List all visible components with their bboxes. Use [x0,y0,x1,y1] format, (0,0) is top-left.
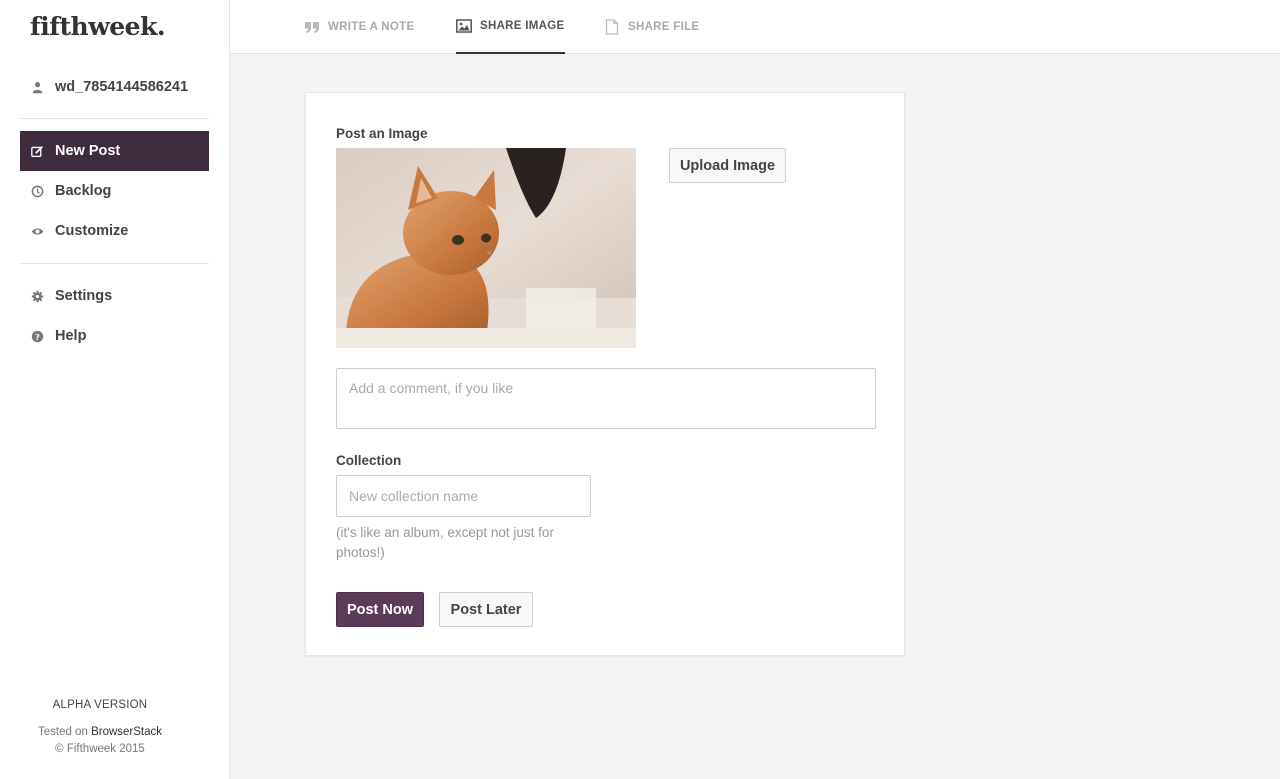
sidebar-item-label: Settings [55,288,113,304]
app-logo[interactable]: fifthweek. [30,12,166,41]
sidebar-item-settings[interactable]: Settings [20,276,209,316]
tested-on-text: Tested on BrowserStack [0,726,200,738]
gear-icon [20,290,55,303]
sidebar-item-label: Backlog [55,183,112,199]
tab-label: SHARE FILE [628,21,700,33]
top-tab-bar: WRITE A NOTE SHARE IMAGE SHARE FILE [230,0,1280,54]
sidebar-item-new-post[interactable]: New Post [20,131,209,171]
sidebar-item-customize[interactable]: Customize [20,211,209,251]
sidebar: fifthweek. wd_7854144586241 New Post Bac… [0,0,230,779]
post-image-label: Post an Image [336,126,428,141]
divider [20,263,209,264]
collection-name-input[interactable] [336,475,591,517]
sidebar-item-label: New Post [55,143,121,159]
tab-label: WRITE A NOTE [328,21,415,33]
svg-text:?: ? [35,331,40,341]
alpha-version-label: ALPHA VERSION [52,699,148,711]
user-profile[interactable]: wd_7854144586241 [20,75,209,99]
tab-write-a-note[interactable]: WRITE A NOTE [304,0,414,54]
collection-label: Collection [336,453,402,468]
tab-share-file[interactable]: SHARE FILE [604,0,699,54]
eye-icon [20,225,55,238]
username-label: wd_7854144586241 [55,79,189,95]
copyright-text: © Fifthweek 2015 [55,743,145,755]
post-now-button[interactable]: Post Now [336,592,424,627]
question-circle-icon: ? [20,330,55,343]
comment-input[interactable] [336,368,876,429]
clock-icon [20,185,55,198]
sidebar-item-label: Help [55,328,87,344]
uploaded-image-preview [336,148,636,348]
kitten-image [336,148,636,348]
collection-help-text: (it's like an album, except not just for… [336,525,554,560]
file-icon [605,19,619,35]
tested-prefix: Tested on [37,726,88,738]
sidebar-item-help[interactable]: ? Help [20,316,209,356]
post-image-card: Post an Image Upload Image Add a comment… [305,92,905,656]
image-icon [456,19,472,33]
sidebar-item-backlog[interactable]: Backlog [20,171,209,211]
tab-share-image[interactable]: SHARE IMAGE [456,0,565,54]
divider [20,118,209,119]
user-icon [20,81,55,94]
quote-icon [305,22,319,33]
post-later-button[interactable]: Post Later [439,592,533,627]
sidebar-item-label: Customize [55,223,129,239]
edit-icon [20,145,55,158]
upload-image-button[interactable]: Upload Image [669,148,786,183]
tab-label: SHARE IMAGE [480,20,565,32]
browserstack-link[interactable]: BrowserStack [91,726,162,738]
